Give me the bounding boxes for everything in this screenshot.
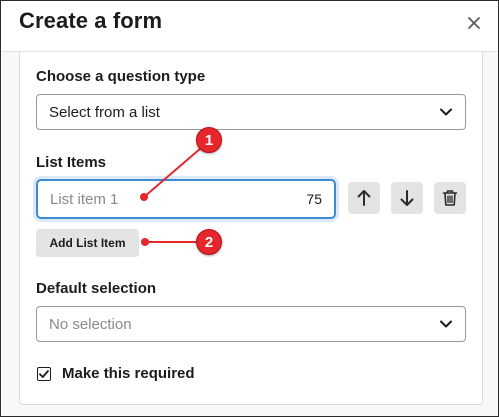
annotation-badge-2: 2 xyxy=(196,229,222,255)
create-form-dialog: Create a form Choose a question type Sel… xyxy=(0,0,499,417)
required-checkbox[interactable] xyxy=(37,367,51,381)
default-selection-label: Default selection xyxy=(36,280,157,297)
default-selection-value: No selection xyxy=(49,316,132,333)
chevron-down-icon xyxy=(440,320,452,328)
question-type-select[interactable]: Select from a list xyxy=(36,94,466,130)
required-label: Make this required xyxy=(62,365,195,382)
list-item-input[interactable]: List item 1 75 xyxy=(36,179,336,219)
char-count: 75 xyxy=(306,191,322,207)
delete-button[interactable] xyxy=(434,182,466,214)
arrow-down-icon xyxy=(400,190,414,206)
move-up-button[interactable] xyxy=(348,182,380,214)
default-selection-select[interactable]: No selection xyxy=(36,306,466,342)
annotation-badge-1: 1 xyxy=(196,127,222,153)
list-items-label: List Items xyxy=(36,154,107,171)
form-panel: Choose a question type Select from a lis… xyxy=(19,52,483,405)
dialog-header: Create a form xyxy=(2,2,498,52)
trash-icon xyxy=(442,190,458,206)
question-type-label: Choose a question type xyxy=(36,68,206,85)
dialog-title: Create a form xyxy=(19,8,163,33)
checkmark-icon xyxy=(39,370,49,378)
add-list-item-button[interactable]: Add List Item xyxy=(36,229,139,257)
close-icon[interactable] xyxy=(464,13,484,33)
question-type-value: Select from a list xyxy=(49,104,160,121)
arrow-up-icon xyxy=(357,190,371,206)
dialog-body: Choose a question type Select from a lis… xyxy=(2,52,498,416)
list-item-placeholder: List item 1 xyxy=(50,191,119,208)
chevron-down-icon xyxy=(440,108,452,116)
move-down-button[interactable] xyxy=(391,182,423,214)
